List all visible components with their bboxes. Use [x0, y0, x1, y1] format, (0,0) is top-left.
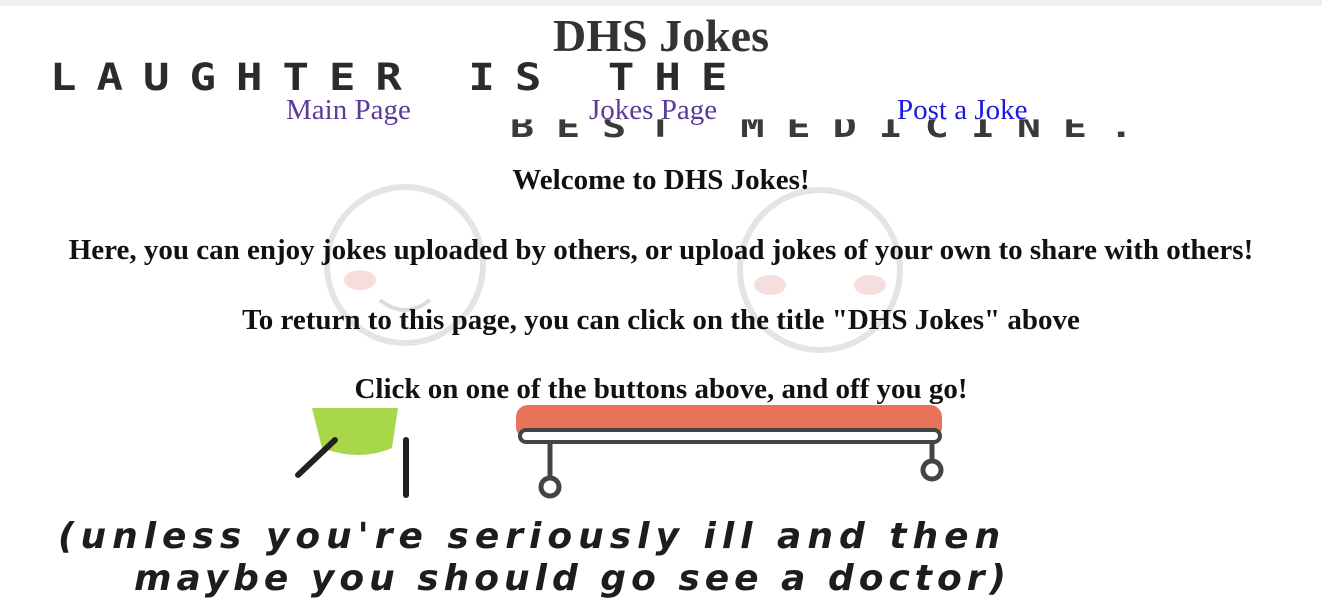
- nav-link-post-joke[interactable]: Post a Joke: [897, 92, 1028, 128]
- return-hint-text: To return to this page, you can click on…: [242, 304, 1080, 336]
- welcome-heading: Welcome to DHS Jokes!: [512, 164, 810, 196]
- intro-text: Here, you can enjoy jokes uploaded by ot…: [68, 234, 1254, 266]
- call-to-action-text: Click on one of the buttons above, and o…: [354, 373, 968, 405]
- bg-text-line-3: (unless you're seriously ill and then: [58, 516, 1007, 557]
- nav-link-main-page[interactable]: Main Page: [286, 92, 411, 128]
- bg-text-line-4: maybe you should go see a doctor): [134, 558, 1011, 599]
- nav-link-jokes-page[interactable]: Jokes Page: [589, 92, 717, 128]
- page-title[interactable]: DHS Jokes: [0, 8, 1322, 64]
